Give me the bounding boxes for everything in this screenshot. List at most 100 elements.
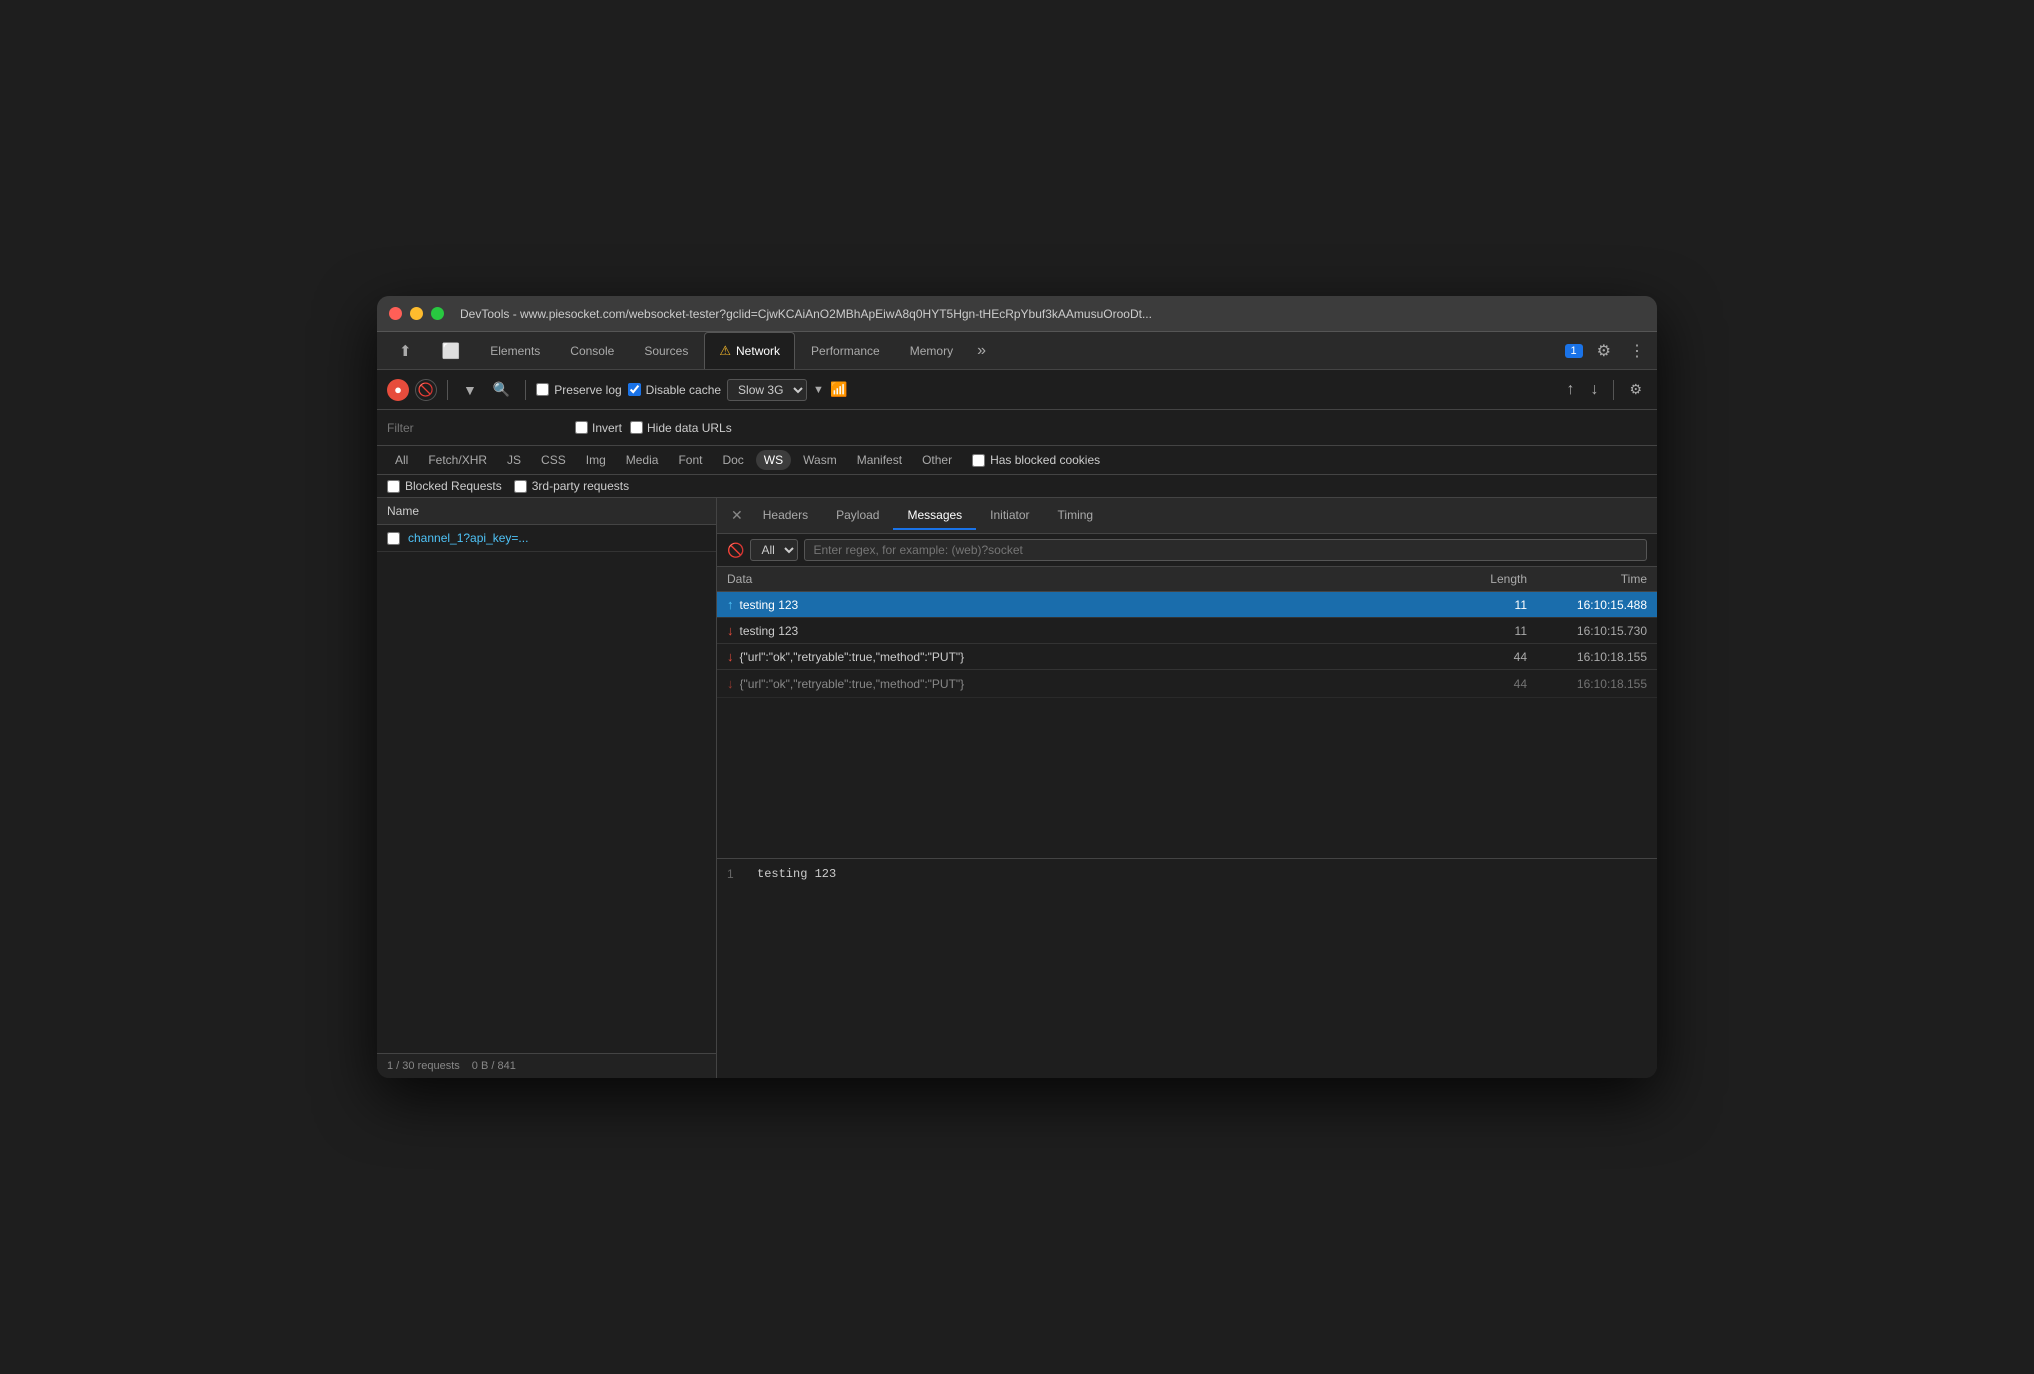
type-btn-img[interactable]: Img	[578, 450, 614, 470]
messages-tab-bar: ✕ Headers Payload Messages Initiator Tim…	[717, 498, 1657, 534]
filter-icon[interactable]: ▼	[458, 379, 482, 401]
settings-icon[interactable]: ⚙	[1593, 339, 1615, 363]
type-filter-bar: All Fetch/XHR JS CSS Img Media Font Doc …	[377, 446, 1657, 475]
tab-more[interactable]: »	[969, 332, 994, 369]
tab-performance[interactable]: Performance	[797, 332, 894, 369]
type-btn-doc[interactable]: Doc	[714, 450, 751, 470]
tab-console-label: Console	[570, 344, 614, 358]
preserve-log-input[interactable]	[536, 383, 549, 396]
tab-elements-label: Elements	[490, 344, 540, 358]
download-icon[interactable]: ↓	[1585, 378, 1603, 402]
record-button[interactable]: ●	[387, 379, 409, 401]
more-options-icon[interactable]: ⋮	[1625, 339, 1649, 363]
third-party-checkbox[interactable]: 3rd-party requests	[514, 479, 629, 493]
invert-input[interactable]	[575, 421, 588, 434]
tab-payload[interactable]: Payload	[822, 502, 893, 530]
toolbar-right: ↑ ↓ ⚙	[1561, 378, 1647, 402]
throttle-dropdown-arrow: ▼	[813, 384, 824, 396]
message-filter-dropdown[interactable]: All	[750, 539, 798, 561]
close-button[interactable]	[389, 307, 402, 320]
title-bar: DevTools - www.piesocket.com/websocket-t…	[377, 296, 1657, 332]
tab-messages[interactable]: Messages	[893, 502, 976, 530]
network-toolbar: ● 🚫 ▼ 🔍 Preserve log Disable cache Slow …	[377, 370, 1657, 410]
tab-sources-label: Sources	[644, 344, 688, 358]
preview-line: 1 testing 123	[727, 867, 1647, 881]
preserve-log-checkbox[interactable]: Preserve log	[536, 383, 621, 397]
maximize-button[interactable]	[431, 307, 444, 320]
type-btn-media[interactable]: Media	[618, 450, 667, 470]
table-row[interactable]: ↓ testing 123 11 16:10:15.730	[717, 618, 1657, 644]
table-row[interactable]: ↑ testing 123 11 16:10:15.488	[717, 592, 1657, 618]
type-btn-fetch-xhr[interactable]: Fetch/XHR	[420, 450, 495, 470]
tab-cursor-inspector[interactable]: ⬆	[385, 332, 426, 369]
line-content: testing 123	[757, 867, 836, 881]
tab-console[interactable]: Console	[556, 332, 628, 369]
stop-button[interactable]: 🚫	[415, 379, 437, 401]
table-row[interactable]: channel_1?api_key=...	[377, 525, 716, 552]
right-panel: ✕ Headers Payload Messages Initiator Tim…	[717, 498, 1657, 1078]
hide-data-urls-input[interactable]	[630, 421, 643, 434]
has-blocked-cookies-checkbox[interactable]: Has blocked cookies	[972, 453, 1100, 467]
wifi-settings-icon[interactable]: 📶	[830, 381, 847, 398]
preview-panel: 1 testing 123	[717, 858, 1657, 1078]
message-filter-input[interactable]	[804, 539, 1647, 561]
blocked-requests-input[interactable]	[387, 480, 400, 493]
messages-filter-bar: 🚫 All	[717, 534, 1657, 567]
has-blocked-cookies-input[interactable]	[972, 454, 985, 467]
tab-headers[interactable]: Headers	[749, 502, 822, 530]
table-row-partial[interactable]: ↓ {"url":"ok","retryable":true,"method":…	[717, 670, 1657, 698]
msg-time: 16:10:15.730	[1527, 624, 1647, 638]
type-btn-all[interactable]: All	[387, 450, 416, 470]
tab-sources[interactable]: Sources	[630, 332, 702, 369]
left-panel: Name channel_1?api_key=... 1 / 30 reques…	[377, 498, 717, 1078]
filter-input[interactable]	[387, 421, 567, 435]
type-btn-css[interactable]: CSS	[533, 450, 574, 470]
msg-length: 44	[1447, 650, 1527, 664]
type-btn-manifest[interactable]: Manifest	[849, 450, 910, 470]
search-icon[interactable]: 🔍	[488, 378, 515, 401]
throttle-select[interactable]: Slow 3G	[727, 379, 807, 401]
third-party-input[interactable]	[514, 480, 527, 493]
tab-device-toolbar[interactable]: ⬜	[428, 332, 475, 369]
disable-cache-checkbox[interactable]: Disable cache	[628, 383, 721, 397]
type-btn-js[interactable]: JS	[499, 450, 529, 470]
col-header-data: Data	[727, 572, 1447, 586]
msg-length: 11	[1447, 598, 1527, 612]
tab-initiator[interactable]: Initiator	[976, 502, 1043, 530]
main-content: Name channel_1?api_key=... 1 / 30 reques…	[377, 498, 1657, 1078]
table-row[interactable]: ↓ {"url":"ok","retryable":true,"method":…	[717, 644, 1657, 670]
toolbar-separator-2	[525, 380, 526, 400]
tab-performance-label: Performance	[811, 344, 880, 358]
type-btn-wasm[interactable]: Wasm	[795, 450, 845, 470]
footer-size: 0 B / 841	[472, 1060, 516, 1072]
devtools-window: DevTools - www.piesocket.com/websocket-t…	[377, 296, 1657, 1078]
disable-cache-input[interactable]	[628, 383, 641, 396]
arrow-down-icon: ↓	[727, 649, 734, 664]
tab-timing[interactable]: Timing	[1044, 502, 1108, 530]
col-header-time: Time	[1527, 572, 1647, 586]
tab-network[interactable]: ⚠ Network	[704, 332, 795, 369]
tab-elements[interactable]: Elements	[476, 332, 554, 369]
blocked-requests-checkbox[interactable]: Blocked Requests	[387, 479, 502, 493]
close-detail-button[interactable]: ✕	[725, 505, 749, 526]
type-btn-other[interactable]: Other	[914, 450, 960, 470]
hide-data-urls-checkbox[interactable]: Hide data URLs	[630, 421, 732, 435]
filter-bar: Invert Hide data URLs	[377, 410, 1657, 446]
msg-time: 16:10:15.488	[1527, 598, 1647, 612]
msg-data-partial: {"url":"ok","retryable":true,"method":"P…	[740, 677, 965, 691]
type-btn-font[interactable]: Font	[670, 450, 710, 470]
footer-requests-count: 1 / 30 requests	[387, 1060, 460, 1072]
msg-data: testing 123	[740, 624, 1448, 638]
tab-right-controls: 1 ⚙ ⋮	[1565, 332, 1649, 369]
request-row-checkbox[interactable]	[387, 532, 400, 545]
type-btn-ws[interactable]: WS	[756, 450, 791, 470]
invert-checkbox[interactable]: Invert	[575, 421, 622, 435]
arrow-down-icon: ↓	[727, 623, 734, 638]
minimize-button[interactable]	[410, 307, 423, 320]
upload-icon[interactable]: ↑	[1561, 378, 1579, 402]
network-settings-icon[interactable]: ⚙	[1624, 378, 1647, 401]
tab-memory[interactable]: Memory	[896, 332, 967, 369]
tab-bar: ⬆ ⬜ Elements Console Sources ⚠ Network P…	[377, 332, 1657, 370]
table-header: Data Length Time	[717, 567, 1657, 592]
msg-length: 11	[1447, 624, 1527, 638]
